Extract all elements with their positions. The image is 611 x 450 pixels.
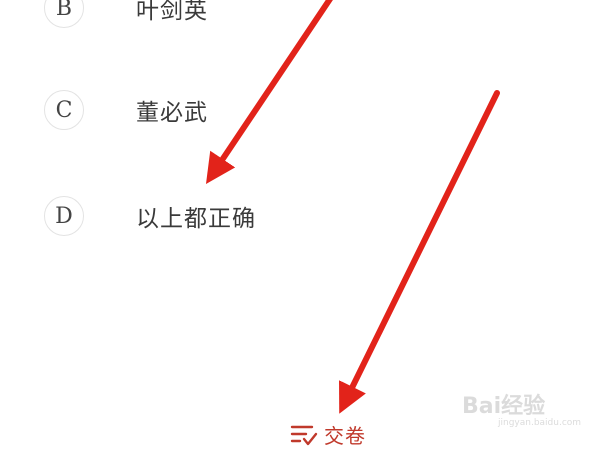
arrow-to-option-d <box>205 0 333 184</box>
submit-label: 交卷 <box>324 424 366 448</box>
watermark: Bai经验 jingyan.baidu.com <box>462 386 602 436</box>
option-text: 叶剑英 <box>136 0 208 24</box>
option-c[interactable]: C 董必武 <box>44 88 208 132</box>
option-text: 董必武 <box>136 100 208 126</box>
option-b[interactable]: B 叶剑英 <box>44 0 208 30</box>
watermark-url: jingyan.baidu.com <box>498 418 582 428</box>
arrow-to-submit <box>339 90 500 414</box>
checklist-icon <box>290 425 318 445</box>
option-letter-circle: C <box>44 90 84 130</box>
option-letter-circle: B <box>44 0 84 28</box>
option-letter-circle: D <box>44 196 84 236</box>
watermark-logo: Bai经验 <box>462 394 546 419</box>
option-text: 以上都正确 <box>136 206 256 232</box>
submit-exam-button[interactable]: 交卷 <box>290 420 366 449</box>
option-d[interactable]: D 以上都正确 <box>44 194 256 238</box>
